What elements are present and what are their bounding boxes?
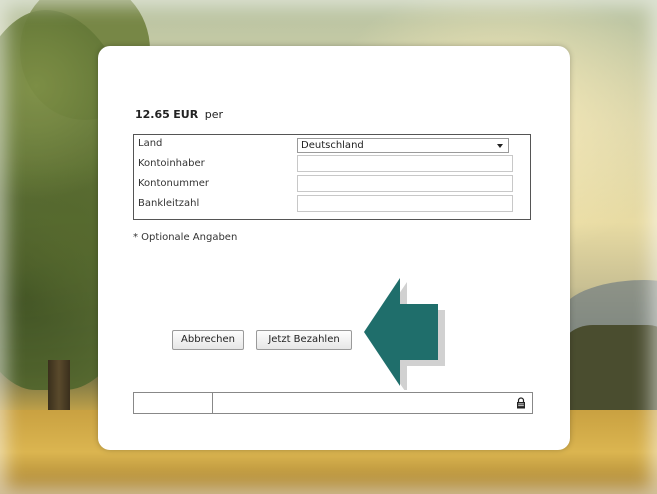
- holder-input[interactable]: [297, 155, 513, 172]
- bank-code-label: Bankleitzahl: [138, 198, 200, 209]
- status-bar: [133, 392, 533, 414]
- amount-value: 12.65: [135, 108, 170, 121]
- form-row-bank-code: Bankleitzahl: [134, 195, 530, 215]
- optional-note: * Optionale Angaben: [133, 232, 238, 243]
- country-select[interactable]: Deutschland: [297, 138, 509, 153]
- bank-details-form: Land Deutschland Kontoinhaber Kontonumme…: [133, 134, 531, 220]
- account-number-input[interactable]: [297, 175, 513, 192]
- cancel-button[interactable]: Abbrechen: [172, 330, 244, 350]
- status-bar-divider: [212, 393, 213, 413]
- form-row-account: Kontonummer: [134, 175, 530, 195]
- arrow-left-icon: [364, 278, 445, 390]
- amount-line: 12.65 EUR per: [135, 108, 223, 121]
- form-row-holder: Kontoinhaber: [134, 155, 530, 175]
- form-row-country: Land Deutschland: [134, 135, 530, 155]
- chevron-down-icon: [497, 144, 503, 148]
- account-label: Kontonummer: [138, 178, 209, 189]
- amount-currency: EUR: [173, 108, 199, 121]
- holder-label: Kontoinhaber: [138, 158, 205, 169]
- country-select-value: Deutschland: [301, 140, 364, 151]
- lock-icon: [517, 397, 525, 409]
- pay-now-button[interactable]: Jetzt Bezahlen: [256, 330, 352, 350]
- country-label: Land: [138, 138, 163, 149]
- amount-per: per: [204, 108, 223, 121]
- payment-dialog: 12.65 EUR per Land Deutschland Kontoinha…: [98, 46, 570, 450]
- bank-code-input[interactable]: [297, 195, 513, 212]
